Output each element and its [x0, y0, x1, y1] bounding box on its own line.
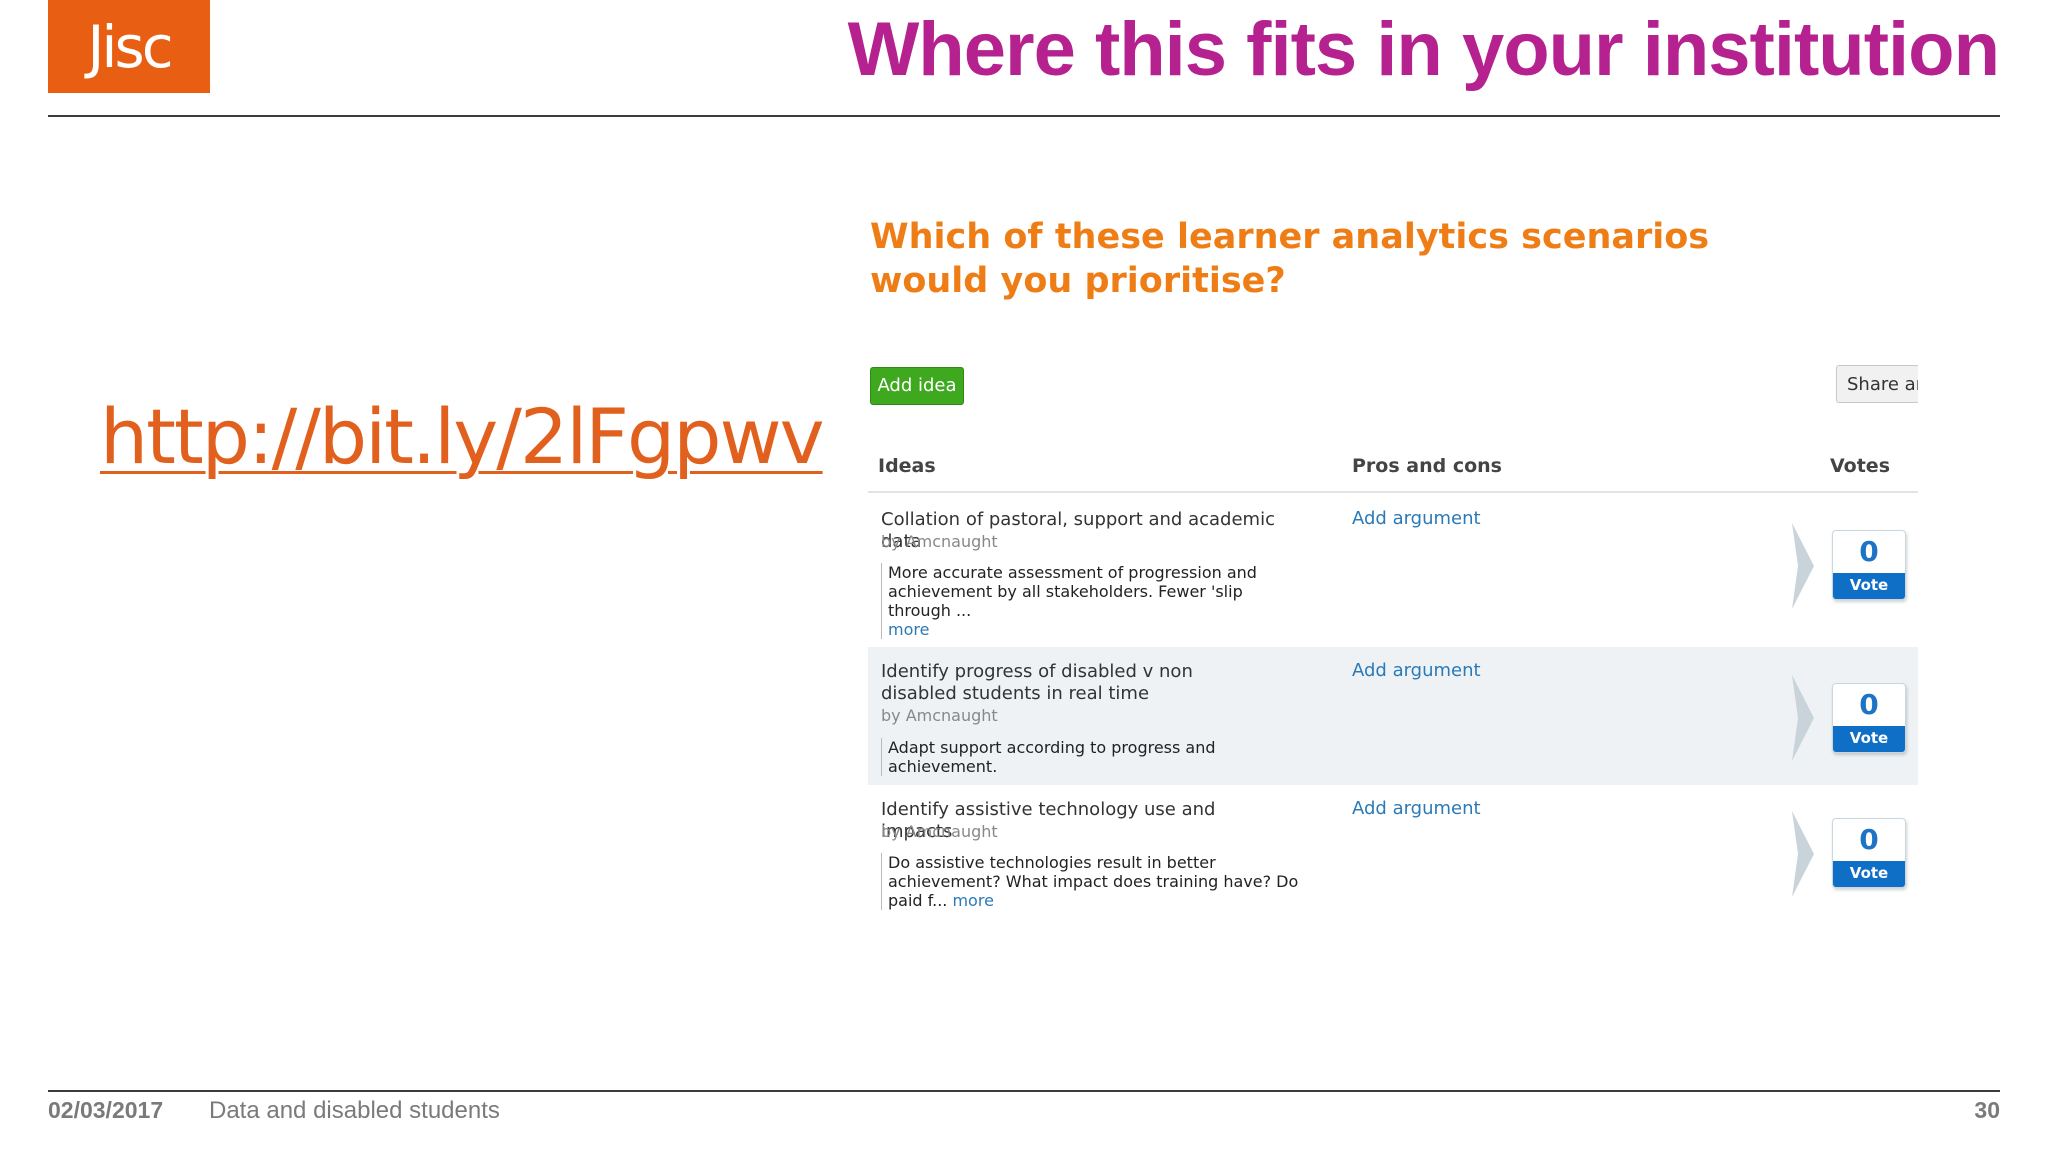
- jisc-logo: Jisc: [48, 0, 210, 93]
- idea-title[interactable]: Identify progress of disabled v non disa…: [881, 661, 1261, 705]
- chevron-right-icon: [1792, 523, 1814, 609]
- idea-description: Adapt support according to progress and …: [881, 738, 1308, 776]
- question-heading: Which of these learner analytics scenari…: [870, 217, 1710, 301]
- vote-widget[interactable]: 0 Vote: [1832, 818, 1906, 888]
- header-divider: [48, 115, 2000, 117]
- column-pros-cons: Pros and cons: [1352, 455, 1502, 477]
- footer-title: Data and disabled students: [209, 1097, 500, 1124]
- logo-text: Jisc: [87, 12, 173, 81]
- column-votes: Votes: [1830, 455, 1890, 477]
- page-number: 30: [1974, 1097, 2000, 1123]
- table-header: Ideas Pros and cons Votes: [868, 455, 1918, 493]
- idea-description-text: Do assistive technologies result in bett…: [888, 853, 1299, 910]
- survey-link[interactable]: http://bit.ly/2lFgpwv: [100, 392, 825, 481]
- footer-date: 02/03/2017: [48, 1097, 164, 1123]
- footer-divider: [48, 1090, 2000, 1092]
- idea-author: by Amcnaught: [881, 532, 998, 551]
- idea-description: Do assistive technologies result in bett…: [881, 853, 1308, 910]
- vote-button[interactable]: Vote: [1833, 861, 1905, 887]
- idea-description-text: More accurate assessment of progression …: [888, 563, 1257, 620]
- slide-title: Where this fits in your institution: [847, 7, 2000, 92]
- vote-widget[interactable]: 0 Vote: [1832, 530, 1906, 600]
- idea-description: More accurate assessment of progression …: [881, 563, 1308, 639]
- add-idea-button[interactable]: Add idea: [870, 367, 964, 405]
- vote-count: 0: [1859, 535, 1879, 568]
- idea-row: Collation of pastoral, support and acade…: [868, 495, 1918, 647]
- vote-button[interactable]: Vote: [1833, 573, 1905, 599]
- more-link[interactable]: more: [952, 891, 993, 910]
- vote-count: 0: [1859, 688, 1879, 721]
- idea-row: Identify progress of disabled v non disa…: [868, 647, 1918, 785]
- idea-description-text: Adapt support according to progress and …: [888, 738, 1216, 776]
- add-argument-link[interactable]: Add argument: [1352, 798, 1481, 819]
- dialogue-embed: Which of these learner analytics scenari…: [868, 205, 1920, 910]
- idea-row: Identify assistive technology use and im…: [868, 785, 1918, 910]
- vote-widget[interactable]: 0 Vote: [1832, 683, 1906, 753]
- idea-author: by Amcnaught: [881, 822, 998, 841]
- vote-button[interactable]: Vote: [1833, 726, 1905, 752]
- chevron-right-icon: [1792, 675, 1814, 761]
- more-link[interactable]: more: [888, 620, 929, 639]
- idea-author: by Amcnaught: [881, 706, 998, 725]
- chevron-right-icon: [1792, 811, 1814, 897]
- add-argument-link[interactable]: Add argument: [1352, 508, 1481, 529]
- share-button[interactable]: Share an: [1836, 365, 1918, 403]
- column-ideas: Ideas: [878, 455, 936, 477]
- vote-count: 0: [1859, 823, 1879, 856]
- add-argument-link[interactable]: Add argument: [1352, 660, 1481, 681]
